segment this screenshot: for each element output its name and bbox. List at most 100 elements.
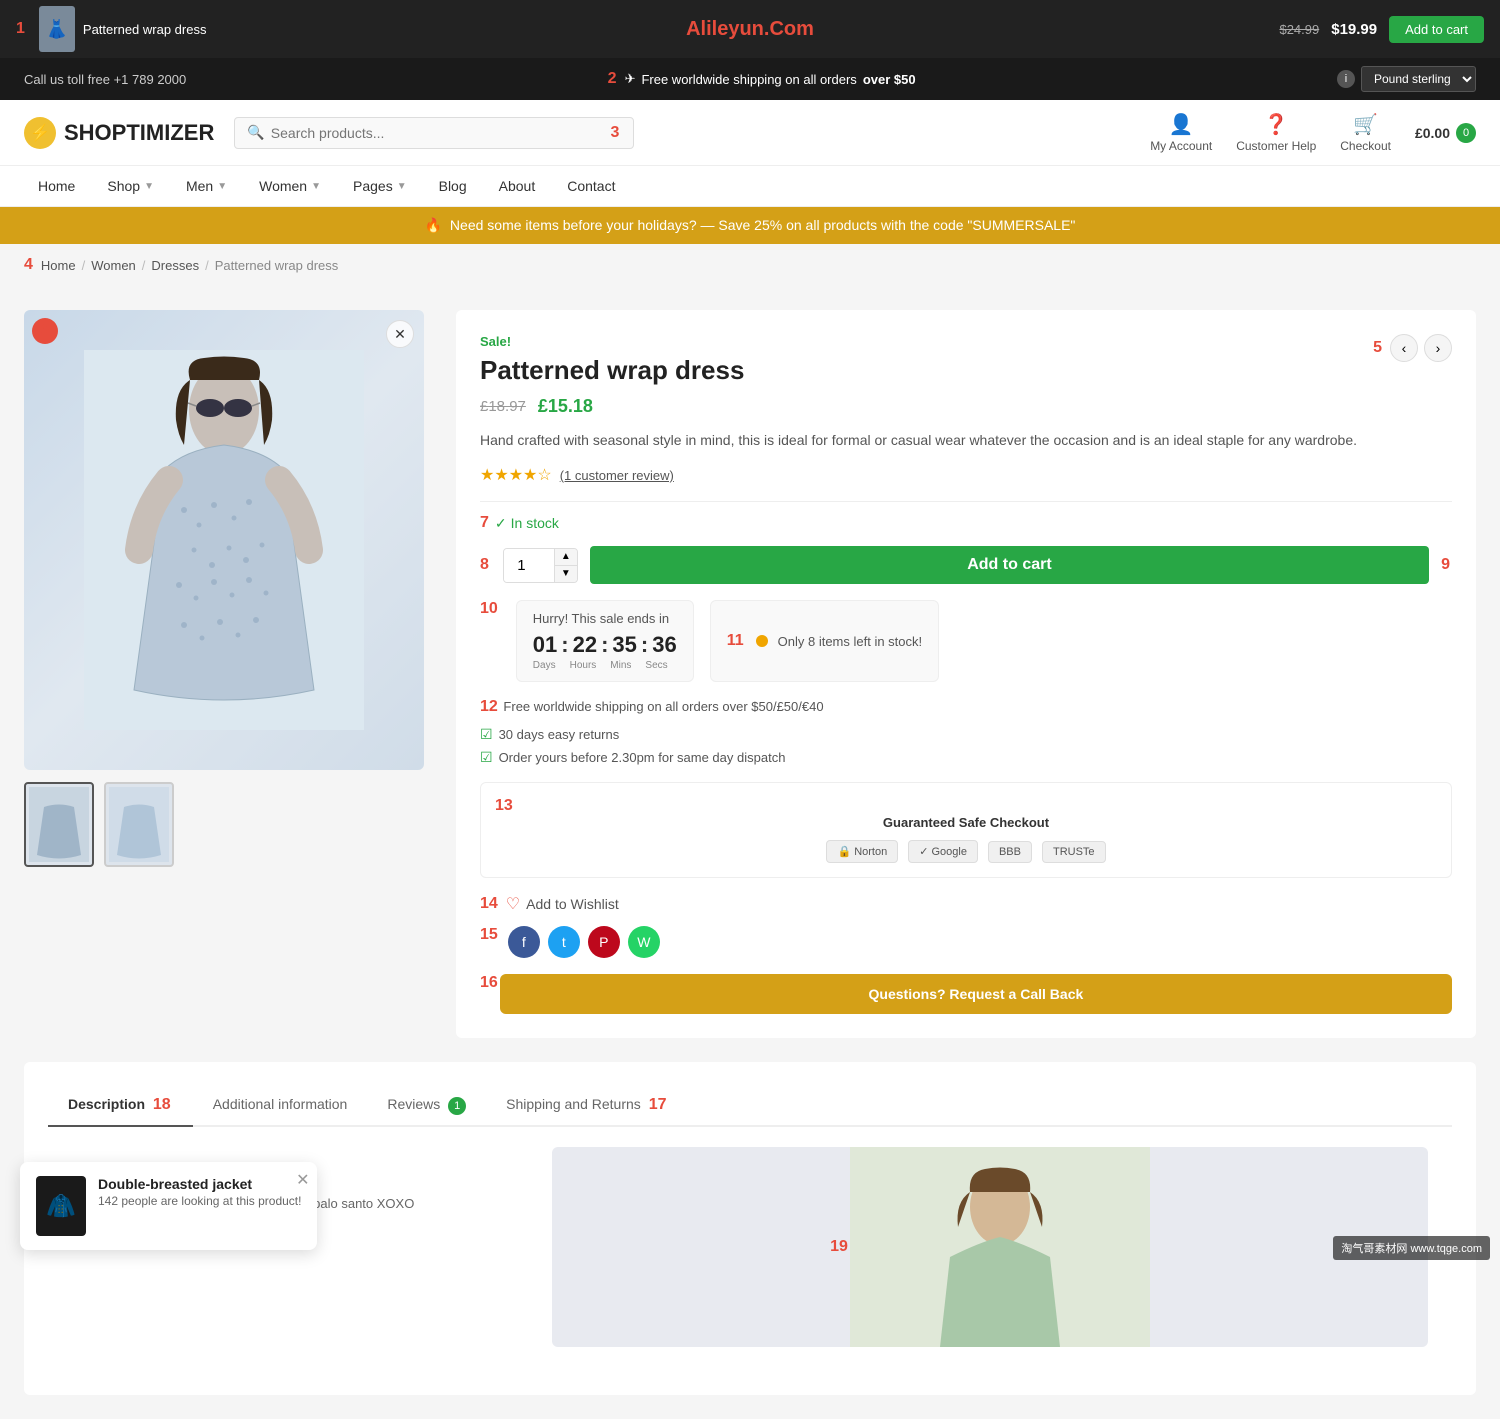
- anno-2: 2: [608, 70, 617, 88]
- next-product-button[interactable]: ›: [1424, 334, 1452, 362]
- breadcrumb-home[interactable]: Home: [41, 258, 76, 273]
- nav-women[interactable]: Women▼: [245, 166, 335, 206]
- price-area: £18.97 £15.18: [480, 396, 1452, 417]
- review-count[interactable]: (1 customer review): [560, 468, 674, 483]
- customer-help-button[interactable]: ❓ Customer Help: [1236, 112, 1316, 153]
- nav-shop[interactable]: Shop▼: [93, 166, 168, 206]
- tab-shipping[interactable]: Shipping and Returns 17: [486, 1086, 688, 1127]
- countdown-sep-2: :: [601, 632, 608, 658]
- quantity-control: ▲ ▼: [503, 548, 578, 583]
- logo-area[interactable]: ⚡ SHOPTIMIZER: [24, 117, 214, 149]
- qty-arrows: ▲ ▼: [554, 549, 577, 582]
- search-bar[interactable]: 🔍 3: [234, 117, 634, 149]
- popup-close-button[interactable]: ✕: [296, 1170, 309, 1190]
- shipping-text: Free worldwide shipping on all orders ov…: [503, 699, 823, 714]
- countdown-timer: 01 : 22 : 35 : 36: [533, 632, 677, 658]
- sale-banner: 🔥 Need some items before your holidays? …: [0, 207, 1500, 244]
- tab-additional-info[interactable]: Additional information: [193, 1086, 368, 1127]
- check-icon-1: ☑: [480, 726, 493, 743]
- qty-add-area: 8 ▲ ▼ Add to cart 9: [480, 546, 1452, 584]
- nav-pages-label: Pages: [353, 178, 393, 194]
- product-images: 6: [24, 310, 424, 1038]
- anno-5: 5: [1373, 339, 1382, 357]
- anno-9: 9: [1441, 556, 1450, 574]
- nav-women-arrow: ▼: [311, 181, 321, 192]
- fire-icon: 🔥: [425, 217, 442, 233]
- anno-17: 17: [649, 1096, 667, 1113]
- feature-2-text: Order yours before 2.30pm for same day d…: [499, 750, 786, 765]
- promo-right: i Pound sterling USD EUR: [1337, 66, 1476, 92]
- popup-image: 🧥: [36, 1176, 86, 1236]
- qty-down-button[interactable]: ▼: [554, 566, 577, 582]
- twitter-share-button[interactable]: t: [548, 926, 580, 958]
- nav-about[interactable]: About: [485, 166, 550, 206]
- thumbnails: [24, 782, 424, 867]
- old-price: £18.97: [480, 398, 526, 415]
- qty-up-button[interactable]: ▲: [554, 549, 577, 566]
- breadcrumb-sep-1: /: [82, 258, 86, 273]
- promo-bar: Call us toll free +1 789 2000 2 ✈ Free w…: [0, 58, 1500, 100]
- nav-pages[interactable]: Pages ▼: [339, 166, 421, 206]
- countdown-days: 01: [533, 632, 557, 658]
- stock-dot: [756, 635, 768, 647]
- wishlist-label: Add to Wishlist: [526, 896, 619, 912]
- quantity-input[interactable]: [504, 549, 554, 582]
- nav-pages-arrow: ▼: [397, 181, 407, 192]
- tab-description[interactable]: Description 18: [48, 1086, 193, 1127]
- google-logo: ✓ Google: [908, 840, 978, 863]
- anno-6: 6: [32, 318, 58, 344]
- breadcrumb-women[interactable]: Women: [91, 258, 136, 273]
- anno-15: 15: [480, 926, 498, 958]
- sticky-bar: 1 👗 Patterned wrap dress Alileyun.Com $2…: [0, 0, 1500, 58]
- breadcrumb: 4 Home / Women / Dresses / Patterned wra…: [0, 244, 1500, 286]
- search-input[interactable]: [271, 125, 603, 141]
- product-description: Hand crafted with seasonal style in mind…: [480, 429, 1452, 451]
- close-image-button[interactable]: ✕: [386, 320, 414, 348]
- product-image-placeholder: [24, 310, 424, 770]
- pinterest-share-button[interactable]: P: [588, 926, 620, 958]
- sticky-add-to-cart-button[interactable]: Add to cart: [1389, 16, 1484, 43]
- rating-area: ★★★★☆ (1 customer review): [480, 465, 1452, 485]
- promo-bold: over $50: [863, 72, 916, 87]
- search-icon: 🔍: [247, 124, 264, 141]
- product-info: Sale! Patterned wrap dress 5 ‹ › £18.97 …: [456, 310, 1476, 1038]
- wishlist-row[interactable]: 14 ♡ Add to Wishlist: [480, 894, 1452, 914]
- main-image: 6: [24, 310, 424, 770]
- add-to-cart-button[interactable]: Add to cart: [590, 546, 1429, 584]
- tab-reviews[interactable]: Reviews 1: [367, 1086, 486, 1127]
- whatsapp-share-button[interactable]: W: [628, 926, 660, 958]
- nav-men[interactable]: Men▼: [172, 166, 241, 206]
- prev-product-button[interactable]: ‹: [1390, 334, 1418, 362]
- callback-button[interactable]: Questions? Request a Call Back: [500, 974, 1452, 1014]
- sticky-product-image: 👗: [39, 6, 75, 52]
- cart-area[interactable]: £0.00 0: [1415, 123, 1476, 143]
- anno-16: 16: [480, 974, 498, 1014]
- countdown-sep-1: :: [561, 632, 568, 658]
- customer-help-label: Customer Help: [1236, 139, 1316, 153]
- nav: Home Shop▼ Men▼ Women▼ Pages ▼ Blog About…: [0, 166, 1500, 207]
- sticky-new-price: $19.99: [1331, 21, 1377, 38]
- tab-reviews-label: Reviews: [387, 1096, 440, 1112]
- facebook-share-button[interactable]: f: [508, 926, 540, 958]
- countdown-section: 10 Hurry! This sale ends in 01 : 22 : 35…: [480, 600, 1452, 682]
- checkout-button[interactable]: 🛒 Checkout: [1340, 112, 1391, 153]
- anno-19: 19: [830, 1238, 848, 1256]
- label-secs: Secs: [645, 660, 667, 671]
- my-account-button[interactable]: 👤 My Account: [1150, 112, 1212, 153]
- nav-blog[interactable]: Blog: [425, 166, 481, 206]
- nav-contact[interactable]: Contact: [553, 166, 629, 206]
- currency-select[interactable]: Pound sterling USD EUR: [1361, 66, 1476, 92]
- stars: ★★★★☆: [480, 465, 552, 485]
- info-icon[interactable]: i: [1337, 70, 1355, 88]
- thumbnail-1[interactable]: [24, 782, 94, 867]
- logo-icon: ⚡: [24, 117, 56, 149]
- feature-1-text: 30 days easy returns: [499, 727, 620, 742]
- header: ⚡ SHOPTIMIZER 🔍 3 👤 My Account ❓ Custome…: [0, 100, 1500, 166]
- anno-12: 12: [480, 698, 498, 715]
- breadcrumb-dresses[interactable]: Dresses: [151, 258, 199, 273]
- nav-home[interactable]: Home: [24, 166, 89, 206]
- safe-checkout-title: Guaranteed Safe Checkout: [495, 815, 1437, 830]
- promo-image-area: 19: [552, 1147, 1428, 1347]
- thumbnail-2[interactable]: [104, 782, 174, 867]
- promo-center: 2 ✈ Free worldwide shipping on all order…: [608, 70, 916, 88]
